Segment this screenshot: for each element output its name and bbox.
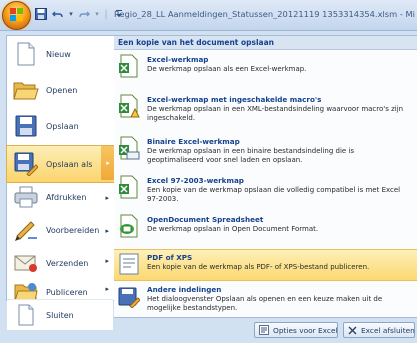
printer-icon xyxy=(12,183,40,211)
save-option-excel-macro[interactable]: Excel-werkmap met ingeschakelde macro's … xyxy=(114,92,417,132)
open-folder-icon xyxy=(12,76,40,104)
quick-access-toolbar: ▾ ▾ | xyxy=(34,7,126,21)
menu-item-label: Opslaan xyxy=(46,121,79,131)
office-menu: Nieuw Openen Opslaan Opslaan als ▸ Afdru… xyxy=(0,30,417,343)
save-option-desc: Het dialoogvenster Opslaan als openen en… xyxy=(147,295,383,312)
save-option-title: Excel-werkmap met ingeschakelde macro's xyxy=(147,95,322,104)
excel-97-icon xyxy=(118,175,144,201)
menu-item-label: Sluiten xyxy=(46,310,74,320)
save-option-desc: Een kopie van de werkmap als PDF- of XPS… xyxy=(147,263,370,271)
save-disk-icon xyxy=(12,112,40,140)
menu-item-label: Voorbereiden xyxy=(46,225,100,235)
prepare-pen-icon xyxy=(12,216,40,244)
excel-binary-icon xyxy=(118,136,144,162)
menu-item-voorbereiden[interactable]: Voorbereiden ▸ xyxy=(7,214,115,246)
redo-dropdown[interactable]: ▾ xyxy=(94,7,100,21)
save-option-desc: De werkmap opslaan als een Excel-werkmap… xyxy=(147,65,307,73)
save-option-pdf-xps[interactable]: PDF of XPS Een kopie van de werkmap als … xyxy=(114,249,417,281)
save-option-title: Excel-werkmap xyxy=(147,55,209,64)
submenu-arrow[interactable]: ▸ xyxy=(105,285,109,293)
save-as-icon xyxy=(12,150,40,178)
close-document-icon xyxy=(12,301,40,329)
menu-item-nieuw[interactable]: Nieuw xyxy=(7,38,115,70)
save-option-andere[interactable]: Andere indelingen Het dialoogvenster Ops… xyxy=(114,282,417,316)
save-option-desc: De werkmap opslaan in een binaire bestan… xyxy=(147,147,355,164)
save-option-desc: De werkmap opslaan in een XML-bestandsin… xyxy=(147,105,404,122)
save-option-desc: De werkmap opslaan in Open Document Form… xyxy=(147,225,319,233)
save-option-excel-werkmap[interactable]: Excel-werkmap De werkmap opslaan als een… xyxy=(114,52,417,86)
exit-excel-button[interactable]: Excel afsluiten xyxy=(343,322,415,338)
close-icon xyxy=(348,326,357,335)
redo-icon[interactable] xyxy=(77,7,91,21)
excel-macro-icon xyxy=(118,94,144,120)
save-option-opendocument[interactable]: OpenDocument Spreadsheet De werkmap opsl… xyxy=(114,212,417,242)
submenu-arrow[interactable]: ▸ xyxy=(105,257,109,265)
save-option-title: Binaire Excel-werkmap xyxy=(147,137,240,146)
new-document-icon xyxy=(12,40,40,68)
menu-item-label: Publiceren xyxy=(46,287,88,297)
menu-item-openen[interactable]: Openen xyxy=(7,74,115,106)
office-button[interactable] xyxy=(2,1,31,30)
opendocument-icon xyxy=(118,214,144,240)
undo-dropdown[interactable]: ▾ xyxy=(68,7,74,21)
save-as-submenu: Een kopie van het document opslaan Excel… xyxy=(114,35,417,318)
excel-options-button[interactable]: Opties voor Excel xyxy=(254,322,338,338)
submenu-header: Een kopie van het document opslaan xyxy=(114,36,417,50)
save-option-title: Andere indelingen xyxy=(147,285,222,294)
save-option-title: PDF of XPS xyxy=(147,253,193,262)
menu-item-opslaan-als[interactable]: Opslaan als ▸ xyxy=(6,145,116,183)
office-menu-commands: Nieuw Openen Opslaan Opslaan als ▸ Afdru… xyxy=(6,35,116,309)
save-option-binaire[interactable]: Binaire Excel-werkmap De werkmap opslaan… xyxy=(114,134,417,172)
menu-item-label: Opslaan als xyxy=(46,159,93,169)
exit-excel-label: Excel afsluiten xyxy=(361,325,415,335)
excel-options-label: Opties voor Excel xyxy=(273,325,338,335)
title-bar: ▾ ▾ | Regio_28_LL Aanmeldingen_Statussen… xyxy=(0,0,417,31)
menu-item-label: Verzenden xyxy=(46,258,89,268)
undo-icon[interactable] xyxy=(51,7,65,21)
qat-separator: | xyxy=(104,8,108,20)
other-formats-icon xyxy=(118,284,144,310)
save-option-desc: Een kopie van de werkmap opslaan die vol… xyxy=(147,186,401,203)
menu-item-afdrukken[interactable]: Afdrukken ▸ xyxy=(7,181,115,213)
menu-item-label: Afdrukken xyxy=(46,192,87,202)
menu-item-label: Openen xyxy=(46,85,78,95)
excel-workbook-icon xyxy=(118,54,144,80)
menu-item-verzenden[interactable]: Verzenden ▸ xyxy=(7,247,115,279)
submenu-arrow[interactable]: ▸ xyxy=(105,227,109,235)
save-option-title: OpenDocument Spreadsheet xyxy=(147,215,264,224)
save-icon[interactable] xyxy=(34,7,48,21)
submenu-arrow[interactable]: ▸ xyxy=(101,146,115,180)
submenu-arrow[interactable]: ▸ xyxy=(105,194,109,202)
menu-item-label: Nieuw xyxy=(46,49,71,59)
menu-item-sluiten[interactable]: Sluiten xyxy=(7,299,113,330)
send-mail-icon xyxy=(12,249,40,277)
office-logo-icon xyxy=(10,8,23,21)
options-icon xyxy=(259,325,269,335)
save-option-title: Excel 97-2003-werkmap xyxy=(147,176,244,185)
pdf-xps-icon xyxy=(118,252,144,278)
window-title: Regio_28_LL Aanmeldingen_Statussen_20121… xyxy=(114,9,415,19)
menu-item-opslaan[interactable]: Opslaan xyxy=(7,110,115,142)
save-option-excel97[interactable]: Excel 97-2003-werkmap Een kopie van de w… xyxy=(114,173,417,211)
